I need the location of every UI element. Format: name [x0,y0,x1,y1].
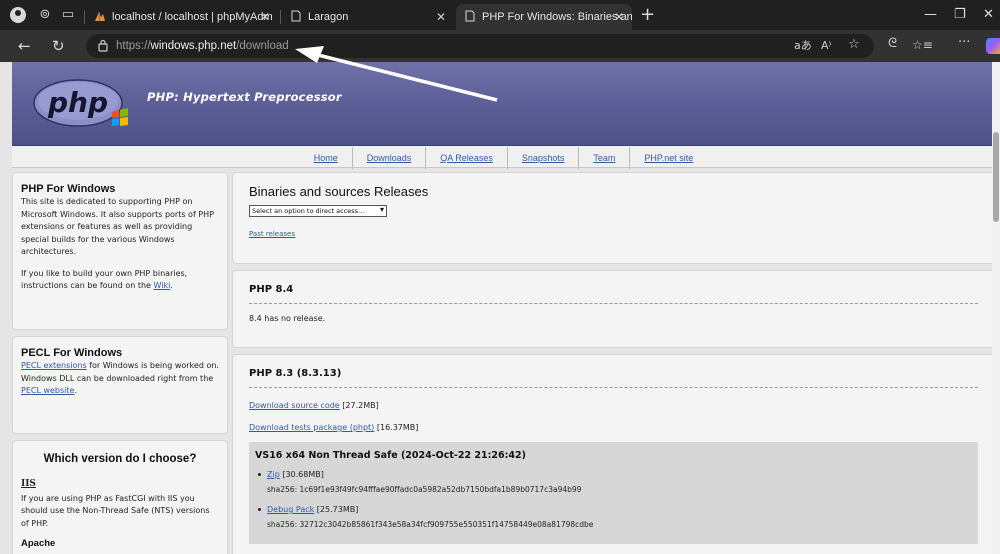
tab-phpmyadmin[interactable]: localhost / localhost | phpMyAdm ✕ [86,4,278,30]
releases-title: Binaries and sources Releases [249,184,429,199]
build-title: VS16 x64 Non Thread Safe (2024-Oct-22 21… [255,450,526,461]
address-bar-row: ← ↻ https://windows.php.net/download aあ … [0,30,1000,62]
tab-separator [84,10,85,24]
list-item: Zip [30.68MB] sha256: 1c69f1e93f49fc94fff… [258,470,972,494]
php84-box: PHP 8.4 8.4 has no release. [232,270,995,348]
site-nav: Home Downloads QA Releases Snapshots Team PHP… [12,146,995,169]
page-scrollbar[interactable] [992,62,1000,554]
sidebar-windows-wiki-text: If you like to build your own PHP binari… [21,268,219,293]
web-page: php PHP: Hypertext Preprocessor Home Down… [0,62,1000,554]
zip-download-link[interactable]: Zip [267,470,280,479]
sidebar-iis-text: If you are using PHP as FastCGI with IIS… [21,493,210,528]
more-menu-icon[interactable]: ··· [958,36,970,50]
url-scheme: https:// [116,40,151,52]
profile-icon[interactable] [10,7,26,23]
lock-icon[interactable] [98,39,108,52]
sidebar-text: . [74,386,78,395]
tab-title: localhost / localhost | phpMyAdm [112,11,273,23]
new-tab-button[interactable]: + [640,4,655,26]
nav-team[interactable]: Team [579,147,631,169]
phpmyadmin-favicon-icon [95,11,105,22]
list-item: Debug Pack [25.73MB] sha256: 32712c3042b8… [258,505,972,529]
nav-downloads[interactable]: Downloads [353,147,427,169]
sidebar-text: . [170,281,173,290]
sidebar-pecl-title: PECL For Windows [21,347,123,359]
browser-essentials-icon[interactable]: ᘓ [888,37,897,51]
tests-download-line: Download tests package (phpt) [16.37MB] [249,423,978,432]
build-download-list: Zip [30.68MB] sha256: 1c69f1e93f49fc94fff… [255,470,972,529]
favorite-star-icon[interactable]: ☆ [848,38,860,52]
release-select[interactable]: Select an option to direct access... [249,205,387,217]
restore-button[interactable]: ❐ [954,6,966,24]
wiki-link[interactable]: Wiki [154,281,171,290]
sha256-hash: sha256: 1c69f1e93f49fc94fffae90ffadc0a59… [267,485,582,494]
browser-tab-bar: ⊚ ▭ localhost / localhost | phpMyAdm ✕ L… [0,0,1000,30]
tab-close-icon[interactable]: ✕ [614,4,624,30]
php83-box: PHP 8.3 (8.3.13) Download source code [2… [232,354,995,554]
tab-title: Laragon [308,11,349,23]
read-aloud-icon[interactable]: A⁾ [821,39,831,53]
debug-pack-link[interactable]: Debug Pack [267,505,314,514]
php84-title: PHP 8.4 [249,284,978,304]
scrollbar-thumb[interactable] [993,132,999,222]
refresh-icon[interactable]: ↻ [52,38,65,54]
sidebar-pecl-for-windows: PECL For Windows PECL extensions for Win… [12,336,228,434]
tab-laragon[interactable]: Laragon ✕ [282,4,454,30]
releases-box: Binaries and sources Releases Select an … [232,172,995,264]
sidebar-iis-title: IIS [21,479,36,489]
sidebar-windows-title: PHP For Windows [21,183,116,195]
file-size: [27.2MB] [339,401,379,410]
php-logo[interactable]: php [32,76,136,130]
workspaces-icon[interactable]: ⊚ [37,7,53,23]
tab-title: PHP For Windows: Binaries and so [482,11,632,23]
past-releases-link[interactable]: Past releases [249,230,978,238]
url-path: /download [236,40,289,52]
pecl-extensions-link[interactable]: PECL extensions [21,361,87,370]
sha256-hash: sha256: 32712c3042b85861f343e58a34fcf909… [267,520,594,529]
url-input[interactable]: https://windows.php.net/download aあ A⁾ ☆ [86,34,874,58]
tab-php-windows[interactable]: PHP For Windows: Binaries and so ✕ [456,4,632,30]
tab-close-icon[interactable]: ✕ [436,4,446,30]
sidebar-which-version: Which version do I choose? IIS If you ar… [12,440,228,554]
pecl-website-link[interactable]: PECL website [21,386,74,395]
tab-actions-icon[interactable]: ▭ [60,7,76,23]
sidebar-apache-title: Apache [21,538,56,549]
sidebar-php-for-windows: PHP For Windows This site is dedicated t… [12,172,228,330]
page-icon [465,10,475,22]
file-size: [30.68MB] [279,470,324,479]
nav-snapshots[interactable]: Snapshots [508,147,580,169]
page-icon [291,10,301,22]
file-size: [16.37MB] [374,423,419,432]
site-header: php PHP: Hypertext Preprocessor [12,62,995,146]
sidebar-choose-title: Which version do I choose? [43,453,197,465]
download-source-link[interactable]: Download source code [249,401,340,410]
url-text: https://windows.php.net/download [116,38,289,54]
php84-text: 8.4 has no release. [249,314,326,323]
back-arrow-icon[interactable]: ← [18,38,31,54]
tab-close-icon[interactable]: ✕ [260,4,270,30]
sidebar-pecl-text: PECL extensions for Windows is being wor… [21,360,219,398]
php83-title: PHP 8.3 (8.3.13) [249,368,978,388]
nav-qa-releases[interactable]: QA Releases [426,147,508,169]
translate-icon[interactable]: aあ [794,39,812,53]
php-logo-text: php [47,86,108,119]
nav-php-net-site[interactable]: PHP.net site [630,147,707,169]
build-vs16-x64-nts: VS16 x64 Non Thread Safe (2024-Oct-22 21… [249,442,978,544]
nav-home[interactable]: Home [300,147,353,169]
copilot-icon[interactable] [986,38,1000,54]
download-tests-link[interactable]: Download tests package (phpt) [249,423,374,432]
url-host: windows.php.net [150,40,237,52]
tab-separator [280,10,281,24]
favorites-list-icon[interactable]: ☆≡ [912,38,933,52]
close-window-button[interactable]: ✕ [983,6,994,24]
file-size: [25.73MB] [314,505,359,514]
source-download-line: Download source code [27.2MB] [249,401,978,410]
site-title: PHP: Hypertext Preprocessor [147,90,342,104]
sidebar-windows-text: This site is dedicated to supporting PHP… [21,197,214,256]
minimize-button[interactable]: — [924,6,937,24]
